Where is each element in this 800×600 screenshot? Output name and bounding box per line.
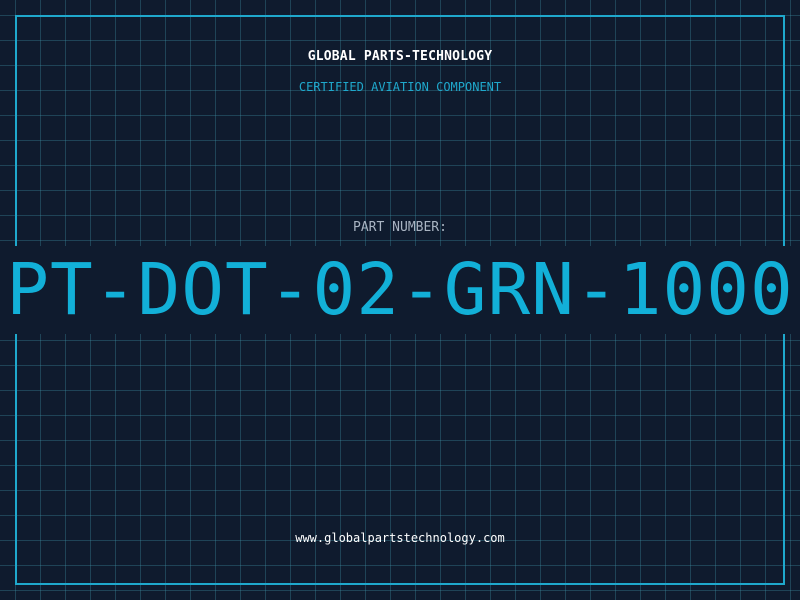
company-name: GLOBAL PARTS-TECHNOLOGY [307,49,493,64]
website-url: www.globalpartstechnology.com [295,531,505,545]
certification-tagline: CERTIFIED AVIATION COMPONENT [298,80,502,94]
part-label-card: GLOBAL PARTS-TECHNOLOGY CERTIFIED AVIATI… [0,0,800,600]
part-number-value: PT-DOT-02-GRN-1000 [6,248,794,331]
part-number-label: PART NUMBER: [353,220,447,235]
part-number-band: PT-DOT-02-GRN-1000 [0,246,800,334]
